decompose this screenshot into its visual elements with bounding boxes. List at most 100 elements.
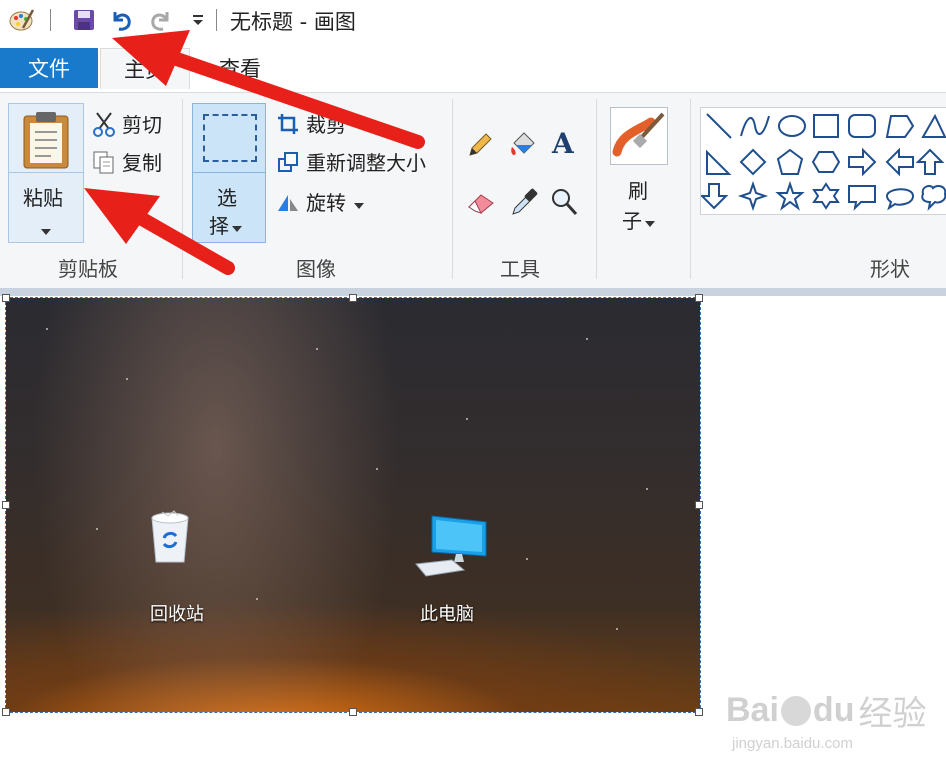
polygon-shape-icon[interactable]	[885, 115, 915, 138]
star	[256, 598, 258, 600]
scissors-icon	[90, 110, 118, 138]
paste-button[interactable]: 粘贴	[8, 103, 84, 243]
star	[586, 338, 588, 340]
brushes-label-2: 子	[622, 209, 642, 233]
fill-icon[interactable]	[508, 129, 540, 163]
paw-icon	[780, 695, 811, 726]
divider	[193, 172, 265, 173]
eraser-icon[interactable]	[466, 189, 496, 219]
clipboard-group-label: 剪贴板	[58, 257, 118, 281]
brushes-button[interactable]: 刷 子	[606, 103, 676, 241]
tools-group-label: 工具	[500, 257, 540, 281]
oval-callout-shape-icon[interactable]	[885, 188, 915, 211]
customize-quick-access-icon[interactable]	[184, 6, 212, 34]
rectangle-shape-icon[interactable]	[813, 114, 839, 138]
resize-handle[interactable]	[695, 708, 703, 716]
paste-label: 粘贴	[23, 186, 63, 210]
resize-handle[interactable]	[349, 708, 357, 716]
star	[526, 558, 528, 560]
save-icon[interactable]	[70, 6, 98, 34]
watermark-brand: Bai	[726, 691, 779, 729]
pasted-image[interactable]: 回收站 此电脑	[6, 298, 700, 712]
crop-button[interactable]: 裁剪	[274, 109, 346, 138]
divider	[690, 99, 691, 279]
canvas-top-strip	[0, 288, 946, 296]
pencil-icon[interactable]	[466, 131, 494, 163]
resize-handle[interactable]	[695, 501, 703, 509]
rounded-rectangle-shape-icon[interactable]	[848, 114, 876, 138]
resize-handle[interactable]	[2, 294, 10, 302]
resize-label: 重新调整大小	[306, 151, 426, 175]
right-triangle-shape-icon[interactable]	[706, 149, 732, 175]
four-point-star-shape-icon[interactable]	[737, 180, 769, 212]
star	[126, 378, 128, 380]
resize-handle[interactable]	[2, 501, 10, 509]
baidu-watermark: Bai du 经验 jingyan.baidu.com	[726, 686, 926, 752]
select-label-2: 择	[209, 214, 229, 238]
copy-icon	[90, 148, 118, 176]
oval-shape-icon[interactable]	[778, 115, 806, 137]
shapes-grid	[699, 113, 946, 212]
resize-handle[interactable]	[2, 708, 10, 716]
title-bar: 无标题 - 画图	[0, 0, 946, 42]
shapes-group-label: 形状	[870, 257, 910, 281]
tab-file[interactable]: 文件	[0, 48, 98, 88]
crop-label: 裁剪	[306, 113, 346, 137]
recycle-bin-label: 回收站	[150, 604, 204, 625]
triangle-shape-icon[interactable]	[921, 113, 946, 138]
resize-handle[interactable]	[695, 294, 703, 302]
star	[96, 528, 98, 530]
select-label-1: 选	[217, 186, 237, 210]
resize-button[interactable]: 重新调整大小	[274, 147, 426, 176]
rotate-button[interactable]: 旋转	[274, 187, 364, 216]
curve-shape-icon[interactable]	[740, 115, 770, 137]
chevron-down-icon	[354, 190, 364, 214]
clipboard-icon	[21, 110, 71, 174]
undo-icon[interactable]	[108, 6, 136, 34]
copy-label: 复制	[122, 151, 162, 175]
five-point-star-shape-icon[interactable]	[775, 180, 805, 211]
down-arrow-shape-icon[interactable]	[699, 183, 729, 210]
rotate-icon	[274, 188, 302, 216]
resize-icon	[274, 148, 302, 176]
divider	[452, 99, 453, 279]
star	[46, 328, 48, 330]
rectangular-callout-shape-icon[interactable]	[848, 185, 876, 211]
image-group-label: 图像	[296, 257, 336, 281]
watermark-product: 经验	[858, 695, 927, 733]
star	[616, 628, 618, 630]
paint-app-icon[interactable]	[8, 6, 36, 34]
ribbon: 粘贴 剪切 复制 剪贴板 选 择 裁剪 重新调整大小 旋转 图像 A 工具 刷 …	[0, 92, 946, 289]
copy-button[interactable]: 复制	[90, 147, 162, 176]
watermark-url: jingyan.baidu.com	[732, 735, 853, 752]
chevron-down-icon	[232, 213, 242, 237]
divider	[9, 172, 83, 173]
up-arrow-shape-icon[interactable]	[915, 148, 945, 175]
pentagon-shape-icon[interactable]	[776, 148, 804, 175]
chevron-down-icon	[645, 208, 655, 232]
redo-icon[interactable]	[146, 6, 174, 34]
hexagon-shape-icon[interactable]	[811, 151, 841, 173]
cloud-callout-shape-icon[interactable]	[921, 185, 946, 211]
cut-label: 剪切	[122, 113, 162, 137]
divider	[596, 99, 597, 279]
tab-home[interactable]: 主页	[100, 48, 190, 89]
color-picker-icon[interactable]	[510, 187, 538, 221]
text-icon[interactable]: A	[552, 127, 574, 160]
shapes-gallery	[699, 107, 946, 215]
tab-view[interactable]: 查看	[200, 48, 280, 88]
right-arrow-shape-icon[interactable]	[848, 147, 877, 177]
cut-button[interactable]: 剪切	[90, 109, 162, 138]
divider	[50, 9, 51, 31]
magnifier-icon[interactable]	[550, 187, 578, 221]
six-point-star-shape-icon[interactable]	[812, 182, 840, 210]
chevron-down-icon	[41, 220, 51, 239]
diamond-shape-icon[interactable]	[739, 148, 767, 176]
window-title: 无标题 - 画图	[230, 10, 356, 34]
left-arrow-shape-icon[interactable]	[885, 147, 914, 177]
rotate-label: 旋转	[306, 191, 346, 215]
select-button[interactable]: 选 择	[192, 103, 266, 243]
ribbon-tabs: 文件 主页 查看	[0, 44, 946, 92]
line-shape-icon[interactable]	[706, 113, 732, 139]
resize-handle[interactable]	[349, 294, 357, 302]
